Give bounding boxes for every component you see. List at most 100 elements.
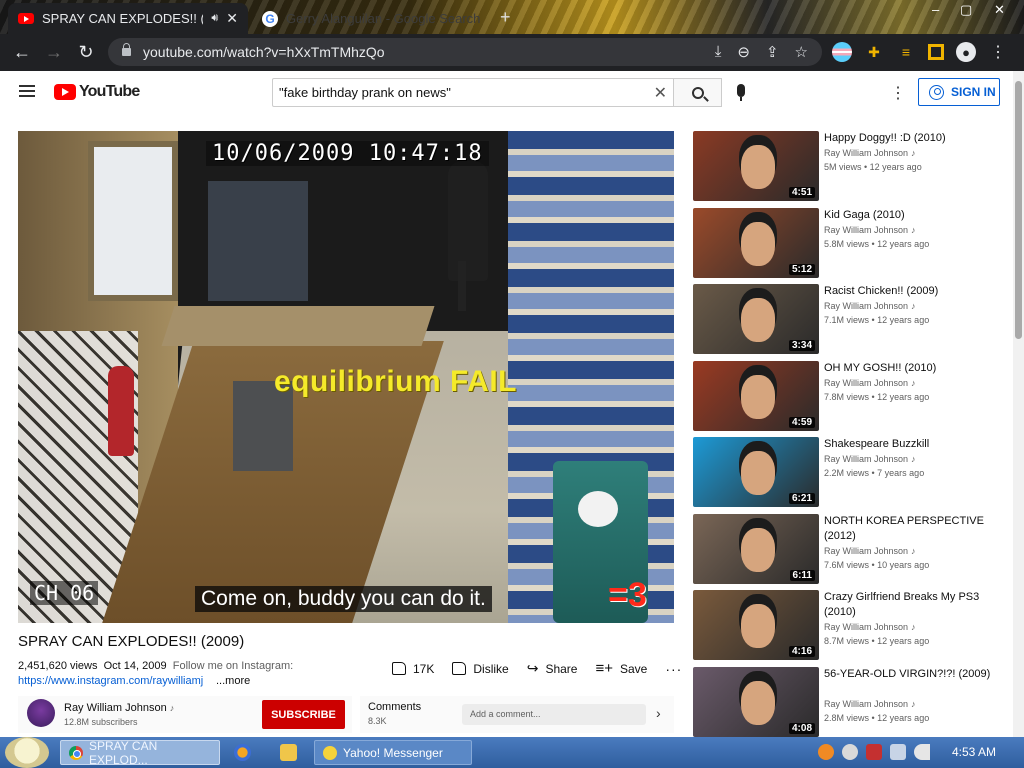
related-video-title[interactable]: Shakespeare Buzzkill <box>824 437 994 452</box>
minimize-button[interactable]: – <box>932 2 939 17</box>
lock-icon[interactable] <box>122 43 131 56</box>
network-tray-icon[interactable] <box>890 744 906 760</box>
related-video-item[interactable]: 5:12 Kid Gaga (2010) Ray William Johnson ♪ 5… <box>693 208 1003 280</box>
related-video-thumbnail[interactable]: 3:34 <box>693 284 819 354</box>
extensions-puzzle-icon[interactable]: ✚ <box>864 42 884 62</box>
search-button[interactable] <box>674 78 722 107</box>
dislike-button[interactable]: Dislike <box>452 662 509 676</box>
related-video-thumbnail[interactable]: 6:11 <box>693 514 819 584</box>
related-video-item[interactable]: 3:34 Racist Chicken!! (2009) Ray William J… <box>693 284 1003 356</box>
comment-input[interactable]: Add a comment... <box>462 704 646 725</box>
folder-icon[interactable] <box>280 744 297 761</box>
related-video-channel[interactable]: Ray William Johnson ♪ <box>824 546 916 556</box>
related-video-title[interactable]: 56-YEAR-OLD VIRGIN?!?! (2009) <box>824 667 994 682</box>
close-tab-icon[interactable]: ✕ <box>226 10 238 27</box>
related-channel-name[interactable]: Ray William Johnson <box>824 454 908 464</box>
related-channel-name[interactable]: Ray William Johnson <box>824 699 908 709</box>
volume-icon[interactable] <box>914 744 930 760</box>
more-actions-icon[interactable]: ··· <box>665 661 682 677</box>
related-video-channel[interactable]: Ray William Johnson ♪ <box>824 148 916 158</box>
related-video-item[interactable]: 4:59 OH MY GOSH!! (2010) Ray William Johns… <box>693 361 1003 433</box>
related-channel-name[interactable]: Ray William Johnson <box>824 378 908 388</box>
related-video-title[interactable]: Crazy Girlfriend Breaks My PS3 (2010) <box>824 590 994 620</box>
related-video-thumbnail[interactable]: 4:59 <box>693 361 819 431</box>
youtube-logo[interactable]: YouTube <box>54 83 140 101</box>
url-text[interactable]: youtube.com/watch?v=hXxTmTMhzQo <box>143 44 385 60</box>
maximize-button[interactable]: ▢ <box>960 2 972 18</box>
profile-avatar-icon[interactable]: ● <box>956 42 976 62</box>
taskbar-messenger-task[interactable]: Yahoo! Messenger <box>314 740 472 765</box>
related-video-channel[interactable]: Ray William Johnson ♪ <box>824 378 916 388</box>
related-video-title[interactable]: Happy Doggy!! :D (2010) <box>824 131 994 146</box>
related-video-channel[interactable]: Ray William Johnson ♪ <box>824 454 916 464</box>
bookmark-star-icon[interactable]: ☆ <box>795 43 808 61</box>
share-page-icon[interactable]: ⇪ <box>766 43 779 61</box>
chevron-right-icon[interactable]: › <box>656 705 661 721</box>
related-video-thumbnail[interactable]: 6:21 <box>693 437 819 507</box>
related-video-channel[interactable]: Ray William Johnson ♪ <box>824 622 916 632</box>
speaker-icon[interactable]: 🔊︎ <box>211 12 218 25</box>
related-video-item[interactable]: 6:11 NORTH KOREA PERSPECTIVE (2012) Ray Wi… <box>693 514 1003 586</box>
instagram-link[interactable]: https://www.instagram.com/raywilliamj <box>18 675 203 687</box>
related-video-title[interactable]: Kid Gaga (2010) <box>824 208 994 223</box>
firefox-icon[interactable] <box>234 744 251 761</box>
clear-search-icon[interactable]: ✕ <box>654 83 667 103</box>
related-video-item[interactable]: 4:16 Crazy Girlfriend Breaks My PS3 (2010… <box>693 590 1003 662</box>
related-video-thumbnail[interactable]: 5:12 <box>693 208 819 278</box>
security-tray-icon[interactable] <box>866 744 882 760</box>
related-video-channel[interactable]: Ray William Johnson ♪ <box>824 301 916 311</box>
related-channel-name[interactable]: Ray William Johnson <box>824 301 908 311</box>
media-queue-icon[interactable]: ≡ <box>896 42 916 62</box>
related-channel-name[interactable]: Ray William Johnson <box>824 546 908 556</box>
related-video-item[interactable]: 4:08 56-YEAR-OLD VIRGIN?!?! (2009) Ray Wil… <box>693 667 1003 739</box>
video-player[interactable]: 10/06/2009 10:47:18 equilibrium FAIL CH … <box>18 131 674 623</box>
tab-active[interactable]: SPRAY CAN EXPLODES!! (2009) 🔊︎ ✕ <box>8 3 248 34</box>
voice-search-mic-icon[interactable] <box>737 84 745 101</box>
start-button[interactable] <box>5 737 49 768</box>
messenger-tray-icon[interactable] <box>842 744 858 760</box>
hamburger-menu-icon[interactable] <box>19 85 35 97</box>
related-video-title[interactable]: NORTH KOREA PERSPECTIVE (2012) <box>824 514 994 544</box>
related-video-item[interactable]: 6:21 Shakespeare Buzzkill Ray William John… <box>693 437 1003 509</box>
zoom-icon[interactable]: ⊖ <box>737 43 750 61</box>
more-button[interactable]: ...more <box>214 675 251 687</box>
taskbar-browser-task[interactable]: SPRAY CAN EXPLOD... <box>60 739 220 767</box>
related-video-title[interactable]: Racist Chicken!! (2009) <box>824 284 994 299</box>
related-channel-name[interactable]: Ray William Johnson <box>824 622 908 632</box>
page-scrollbar[interactable] <box>1013 71 1024 737</box>
share-button[interactable]: ↪ Share <box>527 660 578 677</box>
channel-avatar[interactable] <box>27 699 55 727</box>
extension-flag-icon[interactable] <box>832 42 852 62</box>
related-video-item[interactable]: 4:51 Happy Doggy!! :D (2010) Ray William J… <box>693 131 1003 203</box>
window-close-button[interactable]: ✕ <box>994 2 1005 18</box>
save-button[interactable]: ≡+ Save <box>595 660 647 677</box>
browser-menu-icon[interactable]: ⋮ <box>988 42 1008 62</box>
related-video-channel[interactable]: Ray William Johnson ♪ <box>824 225 916 235</box>
subscribe-button[interactable]: SUBSCRIBE <box>262 700 345 729</box>
related-video-channel[interactable]: Ray William Johnson ♪ <box>824 699 916 709</box>
related-video-thumbnail[interactable]: 4:08 <box>693 667 819 737</box>
comments-card[interactable]: Comments 8.3K Add a comment... › <box>360 696 674 733</box>
sign-in-button[interactable]: SIGN IN <box>918 78 1000 106</box>
like-button[interactable]: 17K <box>392 662 434 676</box>
reload-icon[interactable]: ↻ <box>70 42 102 63</box>
forward-arrow-icon[interactable]: → <box>38 42 70 63</box>
side-panel-icon[interactable] <box>928 44 944 60</box>
related-channel-name[interactable]: Ray William Johnson <box>824 225 908 235</box>
back-arrow-icon[interactable]: ← <box>6 42 38 63</box>
install-icon[interactable]: ⤓ <box>715 43 722 61</box>
search-query-text[interactable]: "fake birthday prank on news" <box>279 85 451 100</box>
channel-name[interactable]: Ray William Johnson ♪ <box>64 702 174 714</box>
search-tray-icon[interactable] <box>818 744 834 760</box>
related-video-thumbnail[interactable]: 4:16 <box>693 590 819 660</box>
channel-name-text[interactable]: Ray William Johnson <box>64 702 167 714</box>
scrollbar-thumb[interactable] <box>1015 81 1022 339</box>
related-video-title[interactable]: OH MY GOSH!! (2010) <box>824 361 994 376</box>
related-channel-name[interactable]: Ray William Johnson <box>824 148 908 158</box>
search-input[interactable]: "fake birthday prank on news" ✕ <box>272 78 674 107</box>
address-bar[interactable]: youtube.com/watch?v=hXxTmTMhzQo ⤓ ⊖ ⇪ ☆ <box>108 38 822 66</box>
settings-kebab-icon[interactable]: ⋮ <box>890 83 906 103</box>
new-tab-button[interactable]: + <box>500 7 511 28</box>
tab-inactive[interactable]: G Gerry Alanguilan - Google Search <box>252 3 492 34</box>
related-video-thumbnail[interactable]: 4:51 <box>693 131 819 201</box>
